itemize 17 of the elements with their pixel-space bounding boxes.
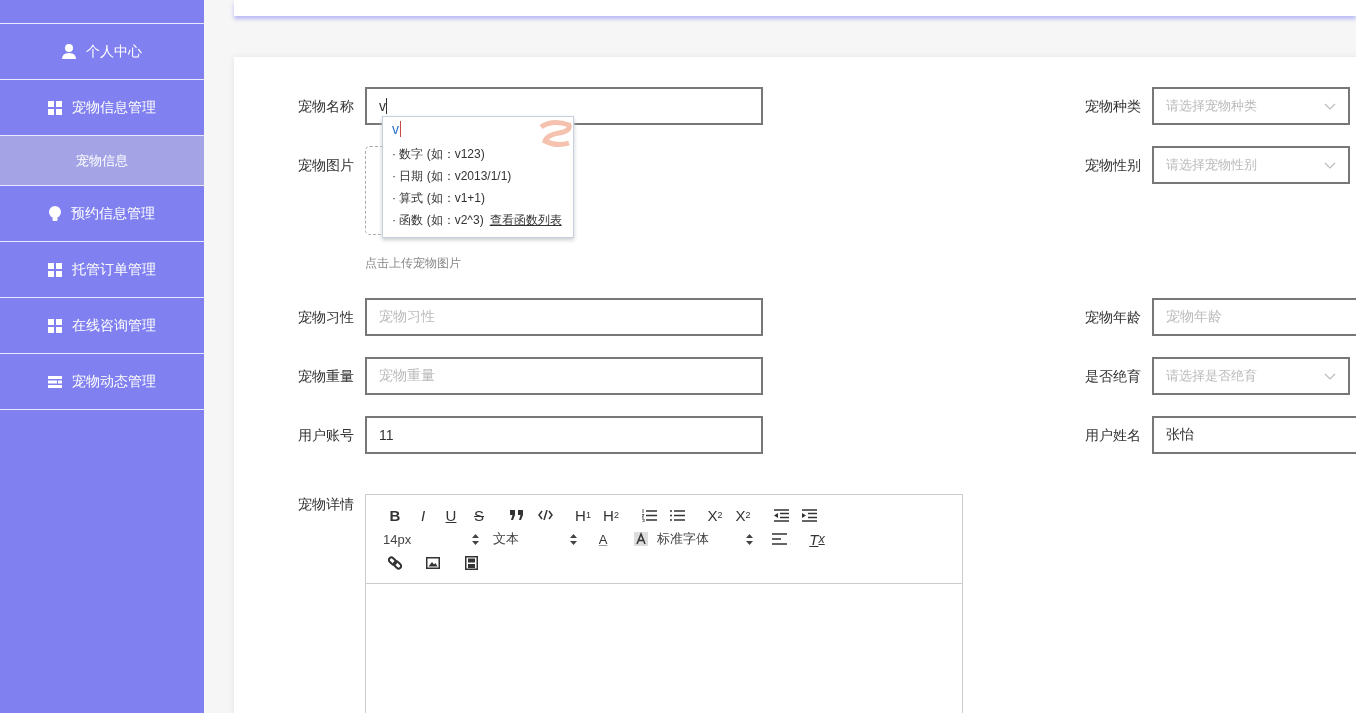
ime-input-text: v [392,121,401,137]
field-label: 宠物详情 [297,495,354,514]
field-label: 宠物图片 [297,156,354,175]
field-label: 宠物名称 [297,97,354,116]
suggestion-text: · 函数 (如：v2^3) [392,213,484,227]
field-label: 宠物习性 [297,308,354,327]
field-label: 用户姓名 [1084,426,1141,445]
suggestion-text: · 算式 (如：v1+1) [392,191,485,205]
field-label: 宠物重量 [297,367,354,386]
field-label: 用户账号 [297,426,354,445]
field-label: 是否绝育 [1084,367,1141,386]
upload-hint: 点击上传宠物图片 [365,255,462,272]
field-label: 宠物性别 [1084,156,1141,175]
suggestion-text: · 数字 (如：v123) [392,147,485,161]
field-label: 宠物种类 [1084,97,1141,116]
field-label: 宠物年龄 [1084,308,1141,327]
suggestion-text: · 日期 (如：v2013/1/1) [392,169,512,183]
